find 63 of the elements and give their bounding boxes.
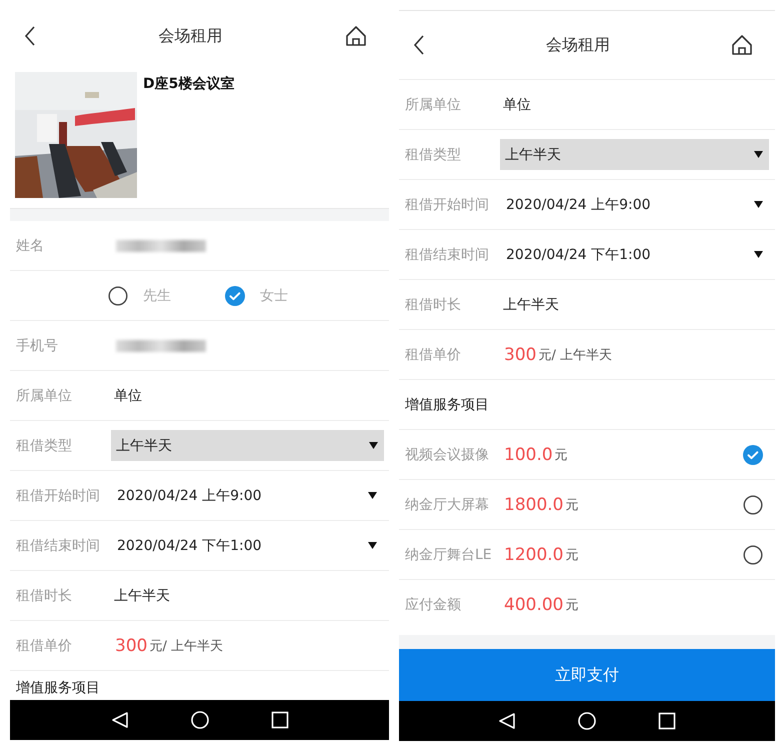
field-label: 视频会议摄像	[405, 446, 490, 464]
price-unit: 元	[565, 546, 578, 564]
field-label: 所属单位	[16, 386, 73, 404]
pay-button[interactable]: 立即支付	[399, 649, 775, 701]
venue-name: D座5楼会议室	[143, 75, 234, 93]
price-amount: 300	[504, 344, 536, 364]
checkmark-icon[interactable]	[743, 444, 763, 464]
field-label: 应付金额	[405, 596, 462, 614]
field-label: 租借类型	[405, 146, 462, 164]
field-label: 租借时长	[16, 586, 73, 604]
field-label: 租借单价	[16, 636, 73, 654]
caret-icon	[754, 151, 763, 158]
radio-icon[interactable]	[108, 286, 128, 306]
page-title: 会场租用	[158, 26, 222, 46]
dropdown-field[interactable]: 上午半天	[111, 430, 384, 461]
field-label: 租借开始时间	[405, 196, 490, 214]
radio-icon[interactable]	[743, 494, 763, 514]
price-unit: 元	[565, 596, 578, 614]
field-label: 租借类型	[16, 436, 73, 454]
price-unit: 元	[565, 496, 578, 514]
home-icon[interactable]	[345, 25, 367, 47]
caret-icon	[369, 442, 378, 449]
field-label: 姓名	[16, 236, 45, 254]
field-label: 租借开始时间	[16, 486, 101, 504]
section-title: 增值服务项目	[405, 396, 489, 414]
field-value: 单位	[114, 386, 142, 404]
field-value: 上午半天	[114, 586, 170, 604]
caret-icon	[754, 251, 763, 258]
home-icon[interactable]	[731, 34, 753, 56]
price-amount: 400.00	[504, 594, 564, 614]
radio-icon[interactable]	[743, 544, 763, 564]
field-label: 纳金厅舞台LE	[405, 546, 493, 564]
recents-icon[interactable]	[270, 711, 288, 729]
field-label: 租借结束时间	[16, 536, 101, 554]
date-picker[interactable]: 2020/04/24 上午9:00	[111, 486, 383, 504]
price-unit: 元	[554, 446, 568, 464]
checkmark-icon[interactable]	[225, 286, 245, 306]
price-amount: 300	[115, 636, 148, 656]
page-title: 会场租用	[546, 34, 610, 56]
price-amount: 1200.0	[504, 544, 564, 564]
dropdown-field[interactable]: 上午半天	[500, 139, 769, 170]
date-picker[interactable]: 2020/04/24 下午1:00	[500, 246, 769, 264]
caret-icon	[754, 201, 763, 208]
field-value: 上午半天	[503, 296, 559, 314]
back-icon[interactable]	[24, 26, 36, 46]
field-label: 纳金厅大屏幕	[405, 496, 490, 514]
price-unit: 元/ 上午半天	[538, 346, 612, 364]
field-label: 租借结束时间	[405, 246, 490, 264]
field-label: 租借单价	[405, 346, 462, 364]
field-value: 单位	[503, 96, 531, 114]
price-amount: 1800.0	[504, 494, 564, 514]
date-picker[interactable]: 2020/04/24 下午1:00	[111, 536, 383, 554]
back-icon[interactable]	[413, 35, 425, 55]
caret-icon	[368, 542, 377, 549]
price-amount: 100.0	[504, 444, 553, 464]
price-unit: 元/ 上午半天	[149, 638, 223, 654]
field-label: 手机号	[16, 336, 59, 354]
caret-icon	[368, 492, 377, 499]
section-title: 增值服务项目	[16, 679, 100, 697]
field-label: 租借时长	[405, 296, 462, 314]
recents-icon[interactable]	[658, 712, 676, 730]
field-label: 所属单位	[405, 96, 462, 114]
date-picker[interactable]: 2020/04/24 上午9:00	[500, 196, 769, 214]
